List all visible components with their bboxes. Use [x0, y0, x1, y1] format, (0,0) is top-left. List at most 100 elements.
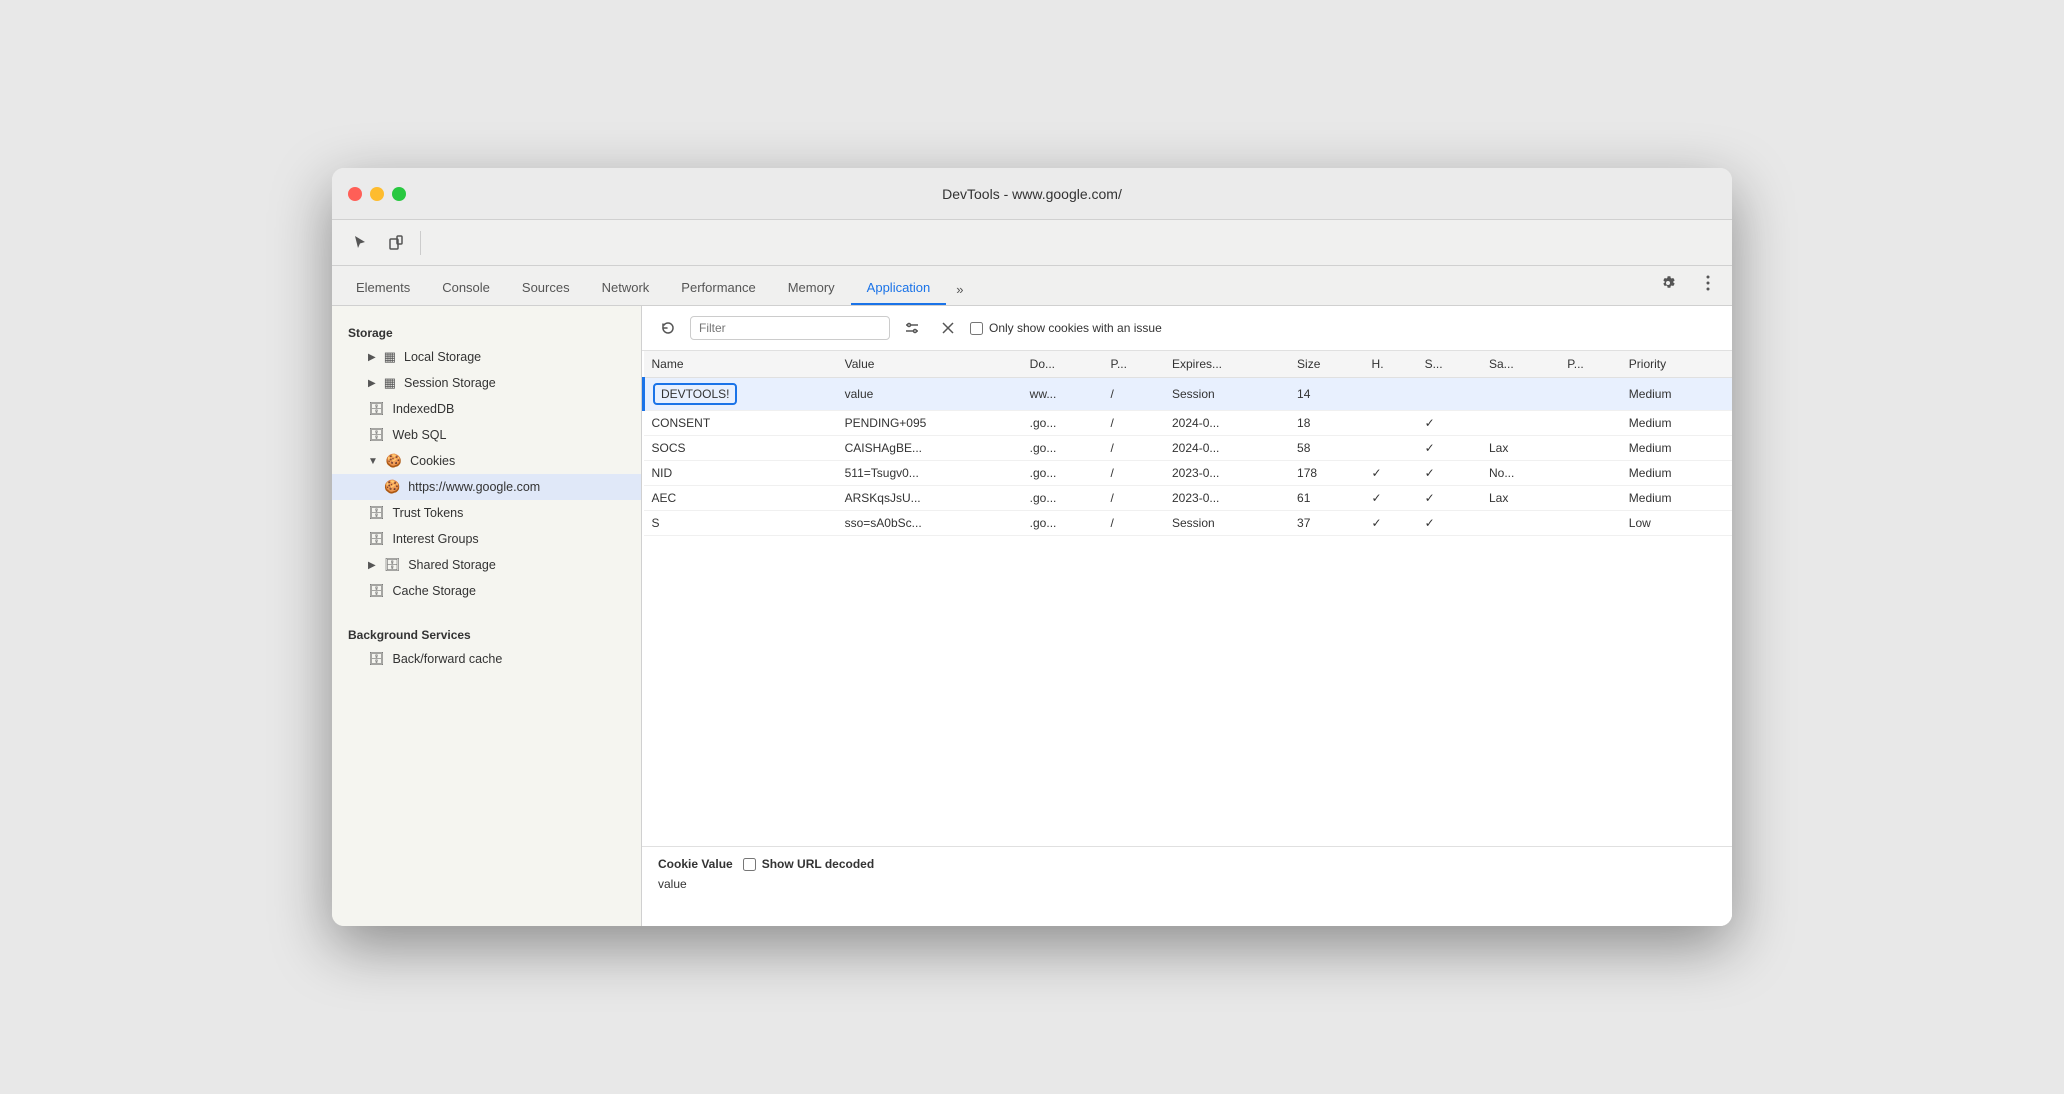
sidebar-item-label: Local Storage: [404, 350, 481, 364]
cell-expires: 2023-0...: [1164, 461, 1289, 486]
cell-secure: [1417, 378, 1481, 411]
sidebar-item-cache-storage[interactable]: 🗄 Cache Storage: [332, 578, 641, 604]
table-row[interactable]: DEVTOOLS!valueww.../Session14Medium: [644, 378, 1733, 411]
content-area: Storage ▶ ▦ Local Storage ▶ ▦ Session St…: [332, 306, 1732, 926]
cell-partition: [1559, 486, 1620, 511]
cookies-table: Name Value Do... P... Expires... Size H.…: [642, 351, 1732, 536]
clear-button[interactable]: [934, 314, 962, 342]
cell-value: PENDING+095: [837, 411, 1022, 436]
cursor-tool-icon[interactable]: [344, 227, 376, 259]
db-icon: 🗄: [368, 531, 385, 547]
refresh-button[interactable]: [654, 314, 682, 342]
cell-expires: Session: [1164, 378, 1289, 411]
sidebar-item-local-storage[interactable]: ▶ ▦ Local Storage: [332, 344, 641, 370]
cell-name: SOCS: [644, 436, 837, 461]
cell-name: CONSENT: [644, 411, 837, 436]
sidebar-item-label: Cache Storage: [393, 584, 476, 598]
filter-settings-button[interactable]: [898, 314, 926, 342]
cell-name: DEVTOOLS!: [644, 378, 837, 411]
cell-secure: ✓: [1417, 411, 1481, 436]
main-toolbar: [332, 220, 1732, 266]
cell-size: 14: [1289, 378, 1364, 411]
tab-network[interactable]: Network: [586, 272, 666, 305]
device-toggle-icon[interactable]: [380, 227, 412, 259]
table-row[interactable]: NID511=Tsugv0....go.../2023-0...178✓✓No.…: [644, 461, 1733, 486]
cookie-value-header: Cookie Value Show URL decoded: [658, 857, 1716, 871]
cell-samesite: Lax: [1481, 436, 1559, 461]
issue-filter-checkbox[interactable]: [970, 322, 983, 335]
cell-size: 178: [1289, 461, 1364, 486]
cell-partition: [1559, 378, 1620, 411]
tab-elements[interactable]: Elements: [340, 272, 426, 305]
cell-value: ARSKqsJsU...: [837, 486, 1022, 511]
col-samesite: Sa...: [1481, 351, 1559, 378]
sidebar-item-interest-groups[interactable]: 🗄 Interest Groups: [332, 526, 641, 552]
sidebar-item-label: IndexedDB: [393, 402, 455, 416]
cell-samesite: [1481, 411, 1559, 436]
cell-httponly: ✓: [1364, 486, 1417, 511]
tab-more-icon[interactable]: »: [946, 274, 973, 305]
sidebar-item-shared-storage[interactable]: ▶ 🗄 Shared Storage: [332, 552, 641, 578]
main-panel: Only show cookies with an issue Name Val…: [642, 306, 1732, 926]
cell-value: sso=sA0bSc...: [837, 511, 1022, 536]
sidebar-item-session-storage[interactable]: ▶ ▦ Session Storage: [332, 370, 641, 396]
cell-partition: [1559, 411, 1620, 436]
issue-filter-checkbox-label[interactable]: Only show cookies with an issue: [970, 321, 1162, 335]
sidebar-item-indexeddb[interactable]: 🗄 IndexedDB: [332, 396, 641, 422]
sidebar-item-trust-tokens[interactable]: 🗄 Trust Tokens: [332, 500, 641, 526]
filter-input[interactable]: [690, 316, 890, 340]
cookie-small-icon: 🍪: [384, 479, 400, 495]
cell-priority: Medium: [1621, 486, 1732, 511]
storage-section-label: Storage: [332, 318, 641, 344]
cell-expires: 2024-0...: [1164, 436, 1289, 461]
minimize-button[interactable]: [370, 187, 384, 201]
cell-value: 511=Tsugv0...: [837, 461, 1022, 486]
col-httponly: H.: [1364, 351, 1417, 378]
cell-name: AEC: [644, 486, 837, 511]
tab-application[interactable]: Application: [851, 272, 947, 305]
sidebar-item-google-cookies[interactable]: 🍪 https://www.google.com: [332, 474, 641, 500]
issue-filter-label: Only show cookies with an issue: [989, 321, 1162, 335]
show-decoded-text: Show URL decoded: [762, 857, 874, 871]
sidebar-item-back-forward-cache[interactable]: 🗄 Back/forward cache: [332, 646, 641, 672]
tab-bar: Elements Console Sources Network Perform…: [332, 266, 1732, 306]
more-options-icon[interactable]: [1692, 267, 1724, 299]
cell-samesite: [1481, 511, 1559, 536]
settings-icon[interactable]: [1652, 267, 1684, 299]
cell-name: NID: [644, 461, 837, 486]
tab-sources[interactable]: Sources: [506, 272, 586, 305]
cell-value: value: [837, 378, 1022, 411]
grid-icon: ▦: [384, 375, 396, 391]
cookie-value-panel: Cookie Value Show URL decoded value: [642, 846, 1732, 926]
table-row[interactable]: CONSENTPENDING+095.go.../2024-0...18✓Med…: [644, 411, 1733, 436]
table-row[interactable]: AECARSKqsJsU....go.../2023-0...61✓✓LaxMe…: [644, 486, 1733, 511]
col-name: Name: [644, 351, 837, 378]
titlebar: DevTools - www.google.com/: [332, 168, 1732, 220]
tab-performance[interactable]: Performance: [665, 272, 771, 305]
tab-settings-area: [1652, 267, 1724, 305]
cell-httponly: [1364, 411, 1417, 436]
cell-size: 58: [1289, 436, 1364, 461]
show-decoded-label[interactable]: Show URL decoded: [743, 857, 874, 871]
tab-memory[interactable]: Memory: [772, 272, 851, 305]
cell-expires: 2023-0...: [1164, 486, 1289, 511]
cell-httponly: ✓: [1364, 511, 1417, 536]
cell-partition: [1559, 436, 1620, 461]
show-decoded-checkbox[interactable]: [743, 858, 756, 871]
arrow-icon: ▶: [368, 378, 376, 389]
table-row[interactable]: SOCSCAISHAgBE....go.../2024-0...58✓LaxMe…: [644, 436, 1733, 461]
cell-priority: Medium: [1621, 378, 1732, 411]
sidebar-item-websql[interactable]: 🗄 Web SQL: [332, 422, 641, 448]
maximize-button[interactable]: [392, 187, 406, 201]
bg-services-section-label: Background Services: [332, 620, 641, 646]
cell-domain: ww...: [1022, 378, 1103, 411]
table-row[interactable]: Ssso=sA0bSc....go.../Session37✓✓Low: [644, 511, 1733, 536]
cookies-table-container[interactable]: Name Value Do... P... Expires... Size H.…: [642, 351, 1732, 846]
cell-samesite: [1481, 378, 1559, 411]
tab-console[interactable]: Console: [426, 272, 506, 305]
cell-secure: ✓: [1417, 436, 1481, 461]
sidebar-item-label: Session Storage: [404, 376, 496, 390]
col-domain: Do...: [1022, 351, 1103, 378]
close-button[interactable]: [348, 187, 362, 201]
sidebar-item-cookies[interactable]: ▼ 🍪 Cookies: [332, 448, 641, 474]
